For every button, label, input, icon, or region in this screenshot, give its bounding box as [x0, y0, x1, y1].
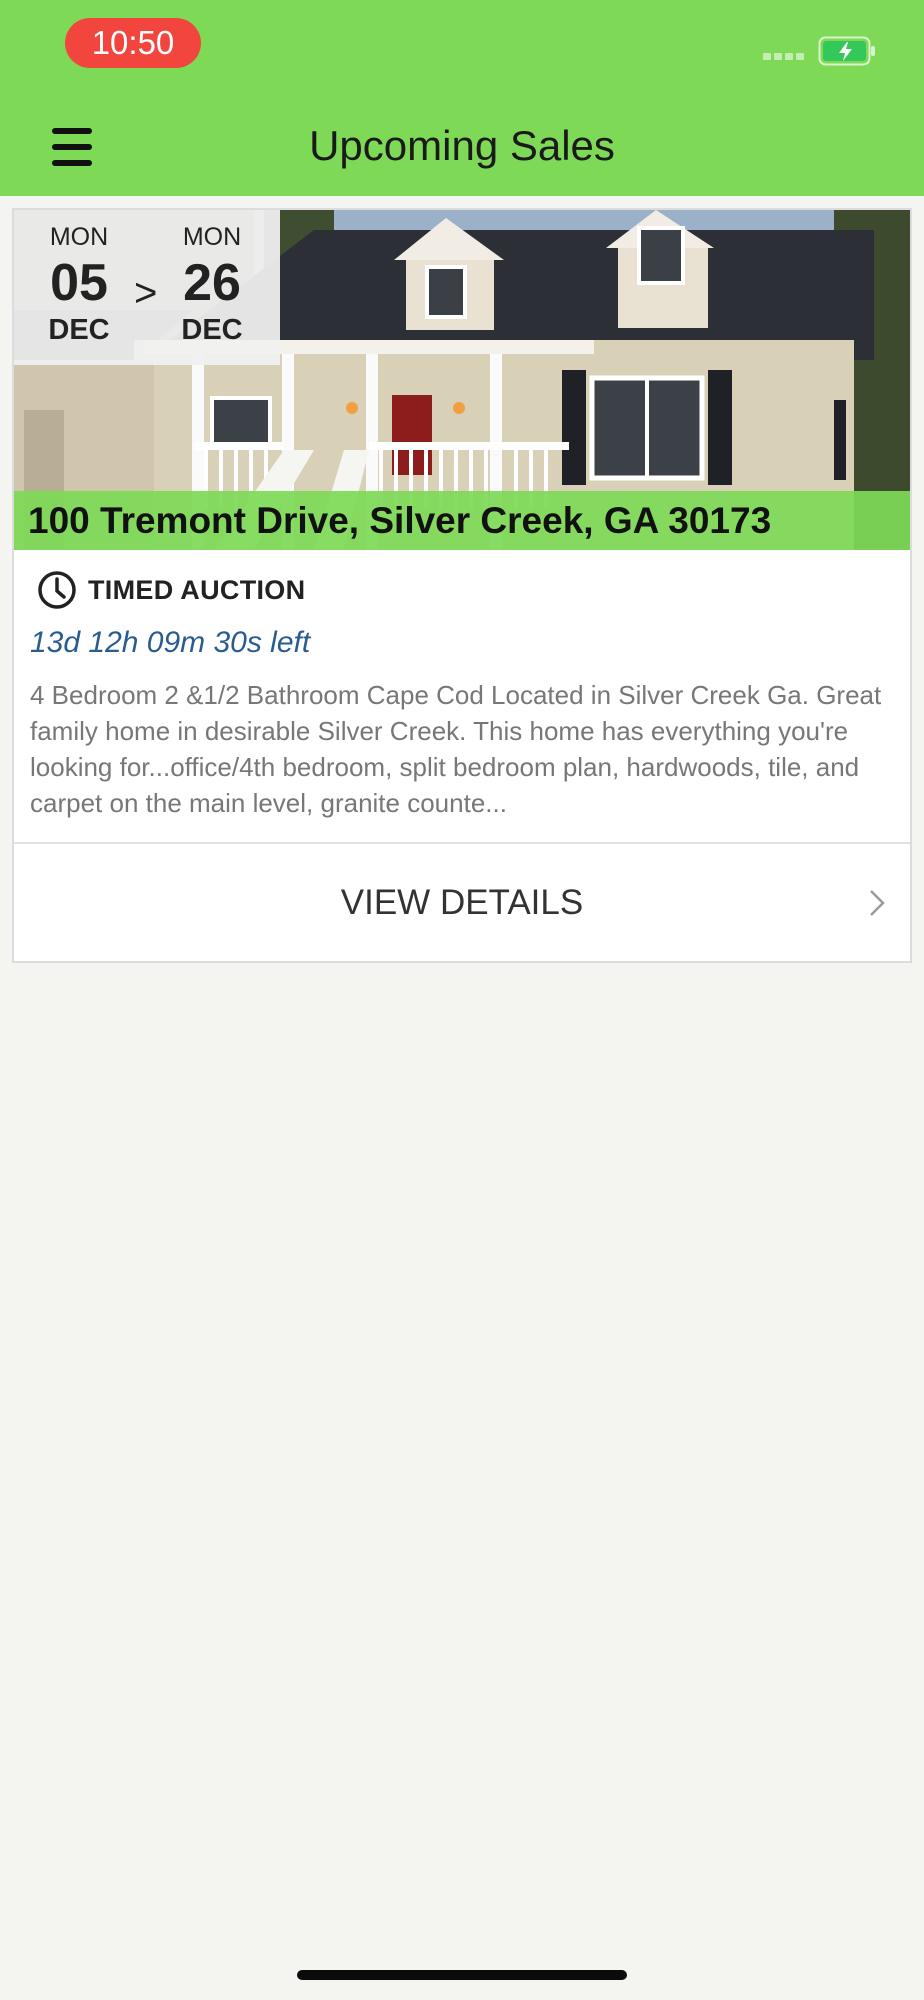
end-day: 26: [183, 254, 241, 312]
date-range-separator: >: [134, 271, 158, 315]
time-remaining: 13d 12h 09m 30s left: [30, 626, 311, 659]
auction-type: TIMED AUCTION: [36, 568, 305, 612]
sale-listing-card[interactable]: MON 05 DEC > MON 26 DEC 100 Tremont Driv…: [12, 208, 912, 963]
status-time: 10:50: [65, 18, 201, 68]
chevron-right-icon: [870, 890, 885, 916]
start-day: 05: [50, 254, 108, 312]
start-date: MON 05 DEC: [29, 222, 129, 346]
cellular-signal-icon: [763, 53, 805, 61]
property-photo[interactable]: MON 05 DEC > MON 26 DEC 100 Tremont Driv…: [14, 210, 910, 550]
auction-type-label: TIMED AUCTION: [88, 574, 306, 605]
home-indicator[interactable]: [297, 1970, 627, 1980]
battery-charging-icon: [818, 36, 875, 66]
sale-date-range: MON 05 DEC > MON 26 DEC: [14, 210, 280, 365]
end-day-of-week: MON: [182, 223, 242, 251]
end-month: DEC: [181, 314, 243, 346]
clock-icon: [38, 571, 76, 609]
app-header: 10:50 Upcoming Sales: [0, 0, 924, 196]
start-day-of-week: MON: [49, 223, 109, 251]
property-address: 100 Tremont Drive, Silver Creek, GA 3017…: [14, 491, 910, 550]
start-month: DEC: [48, 314, 110, 346]
page-title: Upcoming Sales: [309, 122, 615, 169]
listing-description: 4 Bedroom 2 &1/2 Bathroom Cape Cod Locat…: [30, 680, 882, 818]
end-date: MON 26 DEC: [162, 222, 262, 346]
view-details-label: VIEW DETAILS: [340, 883, 584, 922]
view-details-button[interactable]: VIEW DETAILS: [14, 844, 910, 961]
